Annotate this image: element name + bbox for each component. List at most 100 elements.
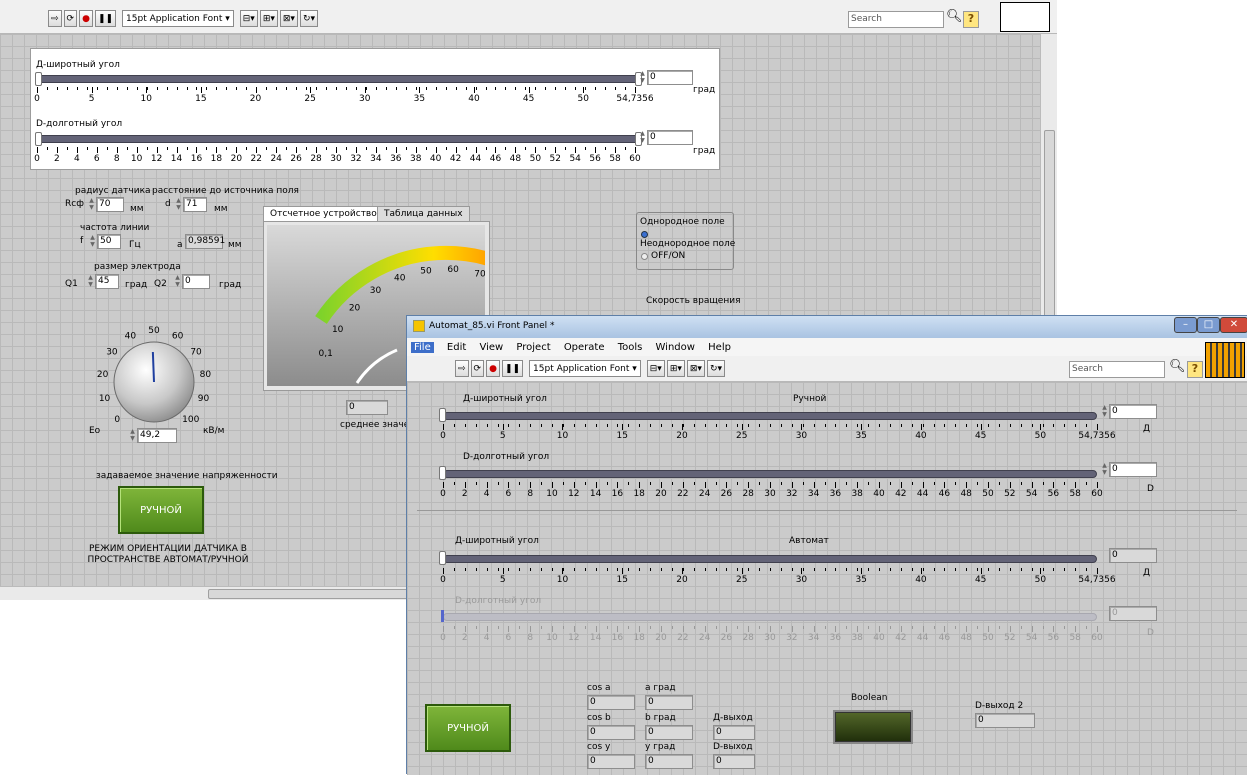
scale-tick-label: 32 [786,489,798,499]
scale-minor-tick [485,87,487,90]
uniform-radio[interactable] [641,231,648,238]
slider1-spinner[interactable]: ▲ ▼ [639,70,646,85]
scale-minor-tick [770,424,771,427]
menu-edit[interactable]: Edit [447,342,466,353]
slider2-value[interactable]: 0 [647,130,693,145]
scale-minor-tick [824,482,826,485]
align-objects-button[interactable]: ⊟▾ [646,360,665,377]
scale-minor-tick [661,568,662,571]
manual-lon-track[interactable] [443,470,1097,478]
scale-minor-tick [1031,568,1033,571]
front-manual-button[interactable]: РУЧНОЙ [425,704,511,752]
help-button[interactable]: ? [1187,361,1203,378]
scale-tick-label: 56 [589,154,601,164]
tab-meter[interactable]: Отсчетное устройство [263,206,384,222]
run-arrow-button[interactable]: ⇨ [48,10,62,27]
scale-major-tick [464,626,466,632]
pause-button[interactable]: ❚❚ [94,10,117,27]
slider2-track[interactable] [37,135,641,143]
scale-minor-tick [573,568,575,571]
abort-button[interactable]: ● [79,10,93,27]
scale-major-tick [835,482,837,488]
manual-lon-spinner[interactable]: ▲ ▼ [1101,462,1108,477]
scale-major-tick [1075,626,1077,632]
manual-lon-thumb[interactable] [439,466,446,480]
radius-spinner[interactable]: ▲ ▼ [88,197,95,212]
scale-minor-tick [889,626,891,629]
scale-tick-label: 25 [735,431,748,441]
close-button[interactable]: ✕ [1220,317,1247,333]
manual-lat-value[interactable]: 0 [1109,404,1157,419]
q1-input[interactable]: 45 [95,274,119,289]
search-input[interactable]: Search [1069,361,1165,378]
reorder-button[interactable]: ↻▾ [706,360,725,377]
menu-view[interactable]: View [479,342,503,353]
font-selector[interactable]: 15pt Application Font ▾ [122,10,234,27]
align-objects-button[interactable]: ⊟▾ [239,10,258,27]
distance-input[interactable]: 71 [183,197,207,212]
slider1-thumb[interactable] [35,72,42,86]
resize-objects-button[interactable]: ⊠▾ [686,360,705,377]
manual-lat-thumb[interactable] [439,408,446,422]
scale-major-tick [443,424,444,430]
scale-tick-label: 40 [915,431,927,441]
run-arrow-button[interactable]: ⇨ [455,360,469,377]
slider1-value[interactable]: 0 [647,70,693,85]
scale-minor-tick [1064,626,1066,629]
q2-input[interactable]: 0 [182,274,210,289]
distribute-objects-button[interactable]: ⊞▾ [259,10,278,27]
scale-tick-label: 42 [895,633,907,643]
help-button[interactable]: ? [963,11,979,28]
scale-tick-label: 8 [527,633,534,643]
nonuniform-radio[interactable] [641,253,648,260]
run-continuous-button[interactable]: ⟳ [470,360,485,377]
tab-data-table[interactable]: Таблица данных [377,206,470,222]
run-continuous-button[interactable]: ⟳ [63,10,78,27]
field-knob[interactable]: 0 10 20 30 40 50 60 70 80 90 100 [70,314,230,444]
scale-tick-label: 24 [698,489,711,499]
slider2-thumb[interactable] [35,132,42,146]
slider2-spinner[interactable]: ▲ ▼ [639,130,646,145]
search-input[interactable]: Search [848,11,944,28]
manual-lon-value[interactable]: 0 [1109,462,1157,477]
y-deg-value: 0 [645,754,693,769]
scale-minor-tick [525,147,527,150]
scale-major-tick [196,147,198,153]
manual-lat-track[interactable] [443,412,1097,420]
manual-lat-spinner[interactable]: ▲ ▼ [1101,404,1108,419]
q2-spinner[interactable]: ▲ ▼ [174,274,181,289]
scale-minor-tick [857,568,859,571]
manual-button[interactable]: РУЧНОЙ [118,486,204,534]
scale-major-tick [508,626,510,632]
q1-spinner[interactable]: ▲ ▼ [87,274,94,289]
distance-spinner[interactable]: ▲ ▼ [175,197,182,212]
distribute-objects-button[interactable]: ⊞▾ [666,360,685,377]
resize-objects-button[interactable]: ⊠▾ [279,10,298,27]
menu-file[interactable]: File [411,342,434,353]
scale-minor-tick [759,482,761,485]
knob-spinner[interactable]: ▲ ▼ [129,428,136,443]
freq-input[interactable]: 50 [97,234,121,249]
font-selector[interactable]: 15pt Application Font ▾ [529,360,641,377]
scale-minor-tick [889,482,891,485]
menu-window[interactable]: Window [656,342,695,353]
search-icon[interactable]: 🔍︎ [946,9,963,24]
freq-spinner[interactable]: ▲ ▼ [89,234,96,249]
search-icon[interactable]: 🔍︎ [1169,359,1186,374]
menu-operate[interactable]: Operate [564,342,605,353]
abort-button[interactable]: ● [486,360,500,377]
maximize-button[interactable]: □ [1197,317,1220,333]
scale-major-tick [770,482,771,488]
pause-button[interactable]: ❚❚ [501,360,524,377]
knob-value[interactable]: 49,2 [137,428,177,443]
scale-tick-label: 56 [1047,489,1060,499]
slider1-track[interactable] [37,75,641,83]
gauge-scale-label: 70 [474,270,485,280]
menu-tools[interactable]: Tools [618,342,643,353]
reorder-button[interactable]: ↻▾ [299,10,318,27]
menu-project[interactable]: Project [516,342,550,353]
scale-tick-label: 0 [34,94,40,104]
minimize-button[interactable]: – [1174,317,1197,333]
radius-input[interactable]: 70 [96,197,124,212]
menu-help[interactable]: Help [708,342,731,353]
